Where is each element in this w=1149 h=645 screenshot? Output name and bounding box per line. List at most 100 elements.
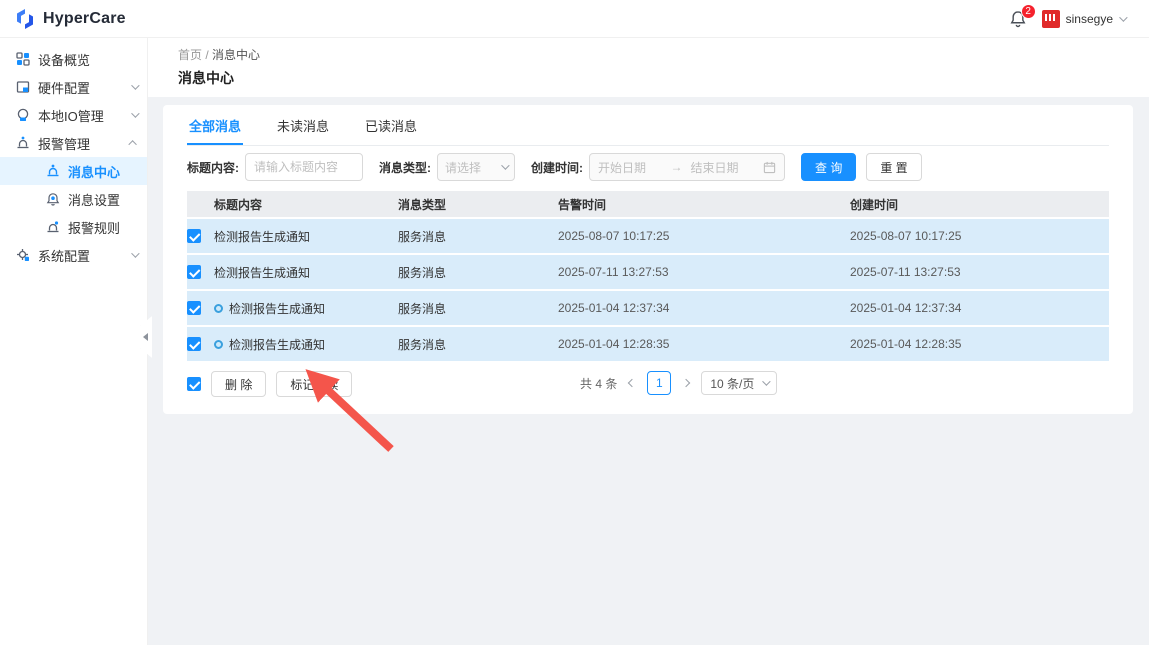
row-type: 服务消息 xyxy=(398,300,558,317)
collapse-left-triangle-icon xyxy=(143,333,148,341)
row-checkbox[interactable] xyxy=(187,337,201,351)
tab-read-messages[interactable]: 已读消息 xyxy=(363,114,419,145)
message-center-icon xyxy=(46,164,60,178)
col-header-type: 消息类型 xyxy=(398,196,558,213)
select-all-checkbox[interactable] xyxy=(187,377,201,391)
notification-bell-button[interactable]: 2 xyxy=(1008,9,1028,29)
pagination: 共 4 条 1 10 条/页 xyxy=(580,371,777,395)
table-row[interactable]: 检测报告生成通知 服务消息 2025-01-04 12:37:34 2025-0… xyxy=(187,291,1109,325)
row-alarm-time: 2025-07-11 13:27:53 xyxy=(558,265,850,279)
main-content: 首页 / 消息中心 消息中心 全部消息 未读消息 已读消息 标题内容: 消息类型… xyxy=(148,38,1149,645)
row-type: 服务消息 xyxy=(398,228,558,245)
breadcrumb-home[interactable]: 首页 xyxy=(178,48,202,62)
row-title: 检测报告生成通知 xyxy=(214,228,310,245)
table-header-row: 标题内容 消息类型 告警时间 创建时间 xyxy=(187,191,1109,217)
sidebar-item-message-center[interactable]: 消息中心 xyxy=(0,157,147,185)
sidebar-item-alarm-rules[interactable]: 报警规则 xyxy=(0,213,147,241)
row-created-time: 2025-01-04 12:28:35 xyxy=(850,337,1109,351)
reset-button[interactable]: 重 置 xyxy=(866,153,921,181)
brand-name: HyperCare xyxy=(43,10,126,28)
row-alarm-time: 2025-08-07 10:17:25 xyxy=(558,229,850,243)
tab-unread-messages[interactable]: 未读消息 xyxy=(275,114,331,145)
chevron-down-icon xyxy=(131,249,139,257)
chevron-down-icon xyxy=(131,109,139,117)
hardware-icon xyxy=(16,80,30,94)
brand: HyperCare xyxy=(14,8,126,30)
chevron-left-icon xyxy=(628,379,636,387)
search-button[interactable]: 查 询 xyxy=(801,153,856,181)
app-window: HyperCare 2 sinsegye xyxy=(0,0,1149,645)
title-filter-label: 标题内容: xyxy=(187,159,239,176)
filter-bar: 标题内容: 消息类型: 请选择 创建时间: 开始日期 → 结束日期 xyxy=(187,153,1109,181)
sidebar-item-hardware-config[interactable]: 硬件配置 xyxy=(0,73,147,101)
page-header: 首页 / 消息中心 消息中心 xyxy=(148,38,1149,97)
col-header-alarm-time: 告警时间 xyxy=(558,196,850,213)
local-io-icon xyxy=(16,108,30,122)
header-actions: 2 sinsegye xyxy=(1008,9,1125,29)
chevron-down-icon xyxy=(763,377,771,385)
sidebar-item-message-settings[interactable]: 消息设置 xyxy=(0,185,147,213)
hypercare-logo-icon xyxy=(14,8,36,30)
next-page-button[interactable] xyxy=(681,380,691,386)
pagination-total: 共 4 条 xyxy=(580,375,617,392)
sidebar-item-device-overview[interactable]: 设备概览 xyxy=(0,45,147,73)
tab-all-messages[interactable]: 全部消息 xyxy=(187,114,243,145)
row-checkbox[interactable] xyxy=(187,229,201,243)
type-select-placeholder: 请选择 xyxy=(445,159,481,176)
prev-page-button[interactable] xyxy=(627,380,637,386)
notification-count-badge: 2 xyxy=(1021,4,1036,19)
unread-dot-icon xyxy=(214,340,223,349)
col-header-title: 标题内容 xyxy=(207,196,398,213)
mark-read-button[interactable]: 标记已读 xyxy=(276,371,352,397)
sidebar-item-alarm-management[interactable]: 报警管理 xyxy=(0,129,147,157)
row-title: 检测报告生成通知 xyxy=(229,300,325,317)
message-tabs: 全部消息 未读消息 已读消息 xyxy=(187,105,1109,146)
row-checkbox[interactable] xyxy=(187,301,201,315)
alarm-rules-icon xyxy=(46,220,60,234)
row-title: 检测报告生成通知 xyxy=(214,264,310,281)
unread-dot-icon xyxy=(214,304,223,313)
message-settings-bell-icon xyxy=(46,192,60,206)
type-filter-select[interactable]: 请选择 xyxy=(437,153,515,181)
row-alarm-time: 2025-01-04 12:28:35 xyxy=(558,337,850,351)
page-size-select[interactable]: 10 条/页 xyxy=(701,371,777,395)
breadcrumb-current: 消息中心 xyxy=(212,48,260,62)
row-type: 服务消息 xyxy=(398,336,558,353)
username: sinsegye xyxy=(1066,12,1113,26)
breadcrumb: 首页 / 消息中心 xyxy=(178,46,1149,63)
row-type: 服务消息 xyxy=(398,264,558,281)
page-title: 消息中心 xyxy=(178,68,1149,88)
row-created-time: 2025-01-04 12:37:34 xyxy=(850,301,1109,315)
alarm-siren-icon xyxy=(16,136,30,150)
current-page-button[interactable]: 1 xyxy=(647,371,671,395)
system-gear-icon xyxy=(16,248,30,262)
sidebar-item-label: 消息中心 xyxy=(68,162,137,181)
sidebar-item-label: 报警规则 xyxy=(68,218,137,237)
row-checkbox[interactable] xyxy=(187,265,201,279)
date-range-picker[interactable]: 开始日期 → 结束日期 xyxy=(589,153,785,181)
table-row[interactable]: 检测报告生成通知 服务消息 2025-01-04 12:28:35 2025-0… xyxy=(187,327,1109,361)
page-size-value: 10 条/页 xyxy=(710,375,754,392)
row-created-time: 2025-08-07 10:17:25 xyxy=(850,229,1109,243)
chevron-down-icon xyxy=(131,81,139,89)
row-alarm-time: 2025-01-04 12:37:34 xyxy=(558,301,850,315)
calendar-icon xyxy=(763,161,776,174)
title-filter-input[interactable] xyxy=(245,153,363,181)
type-filter-label: 消息类型: xyxy=(379,159,431,176)
sidebar-item-system-config[interactable]: 系统配置 xyxy=(0,241,147,269)
table-row[interactable]: 检测报告生成通知 服务消息 2025-07-11 13:27:53 2025-0… xyxy=(187,255,1109,289)
table-row[interactable]: 检测报告生成通知 服务消息 2025-08-07 10:17:25 2025-0… xyxy=(187,219,1109,253)
sidebar-item-label: 硬件配置 xyxy=(38,78,131,97)
date-range-arrow: → xyxy=(671,160,683,174)
chevron-down-icon xyxy=(501,161,509,169)
delete-button[interactable]: 删 除 xyxy=(211,371,266,397)
date-end-placeholder: 结束日期 xyxy=(691,159,756,176)
user-menu[interactable]: sinsegye xyxy=(1042,10,1125,28)
chevron-right-icon xyxy=(682,379,690,387)
col-header-created-time: 创建时间 xyxy=(850,196,1109,213)
message-center-card: 全部消息 未读消息 已读消息 标题内容: 消息类型: 请选择 创建时间: 开始日… xyxy=(163,105,1133,414)
date-start-placeholder: 开始日期 xyxy=(598,159,663,176)
sidebar-item-label: 设备概览 xyxy=(38,50,137,69)
sidebar-item-local-io[interactable]: 本地IO管理 xyxy=(0,101,147,129)
time-filter-label: 创建时间: xyxy=(531,159,583,176)
